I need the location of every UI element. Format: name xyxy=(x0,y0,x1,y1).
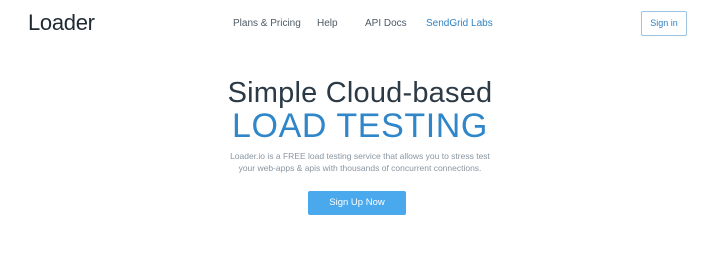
hero-description: Loader.io is a FREE load testing service… xyxy=(0,150,720,174)
hero-subtitle: LOAD TESTING xyxy=(232,107,488,145)
hero-description-line-1: Loader.io is a FREE load testing service… xyxy=(230,151,490,161)
hero-description-line-2: your web-apps & apis with thousands of c… xyxy=(238,163,482,173)
nav-link-help[interactable]: Help xyxy=(317,18,338,29)
hero-title: Simple Cloud-based xyxy=(227,77,493,109)
top-nav: Plans & Pricing Help API Docs SendGrid L… xyxy=(0,18,720,32)
nav-link-plans-pricing[interactable]: Plans & Pricing xyxy=(233,18,301,29)
sign-in-button[interactable]: Sign in xyxy=(641,11,687,36)
landing-page: Loader Plans & Pricing Help API Docs Sen… xyxy=(0,0,720,255)
nav-link-api-docs[interactable]: API Docs xyxy=(365,18,407,29)
sign-up-now-button[interactable]: Sign Up Now xyxy=(308,191,406,215)
nav-link-sendgrid-labs[interactable]: SendGrid Labs xyxy=(426,18,493,29)
